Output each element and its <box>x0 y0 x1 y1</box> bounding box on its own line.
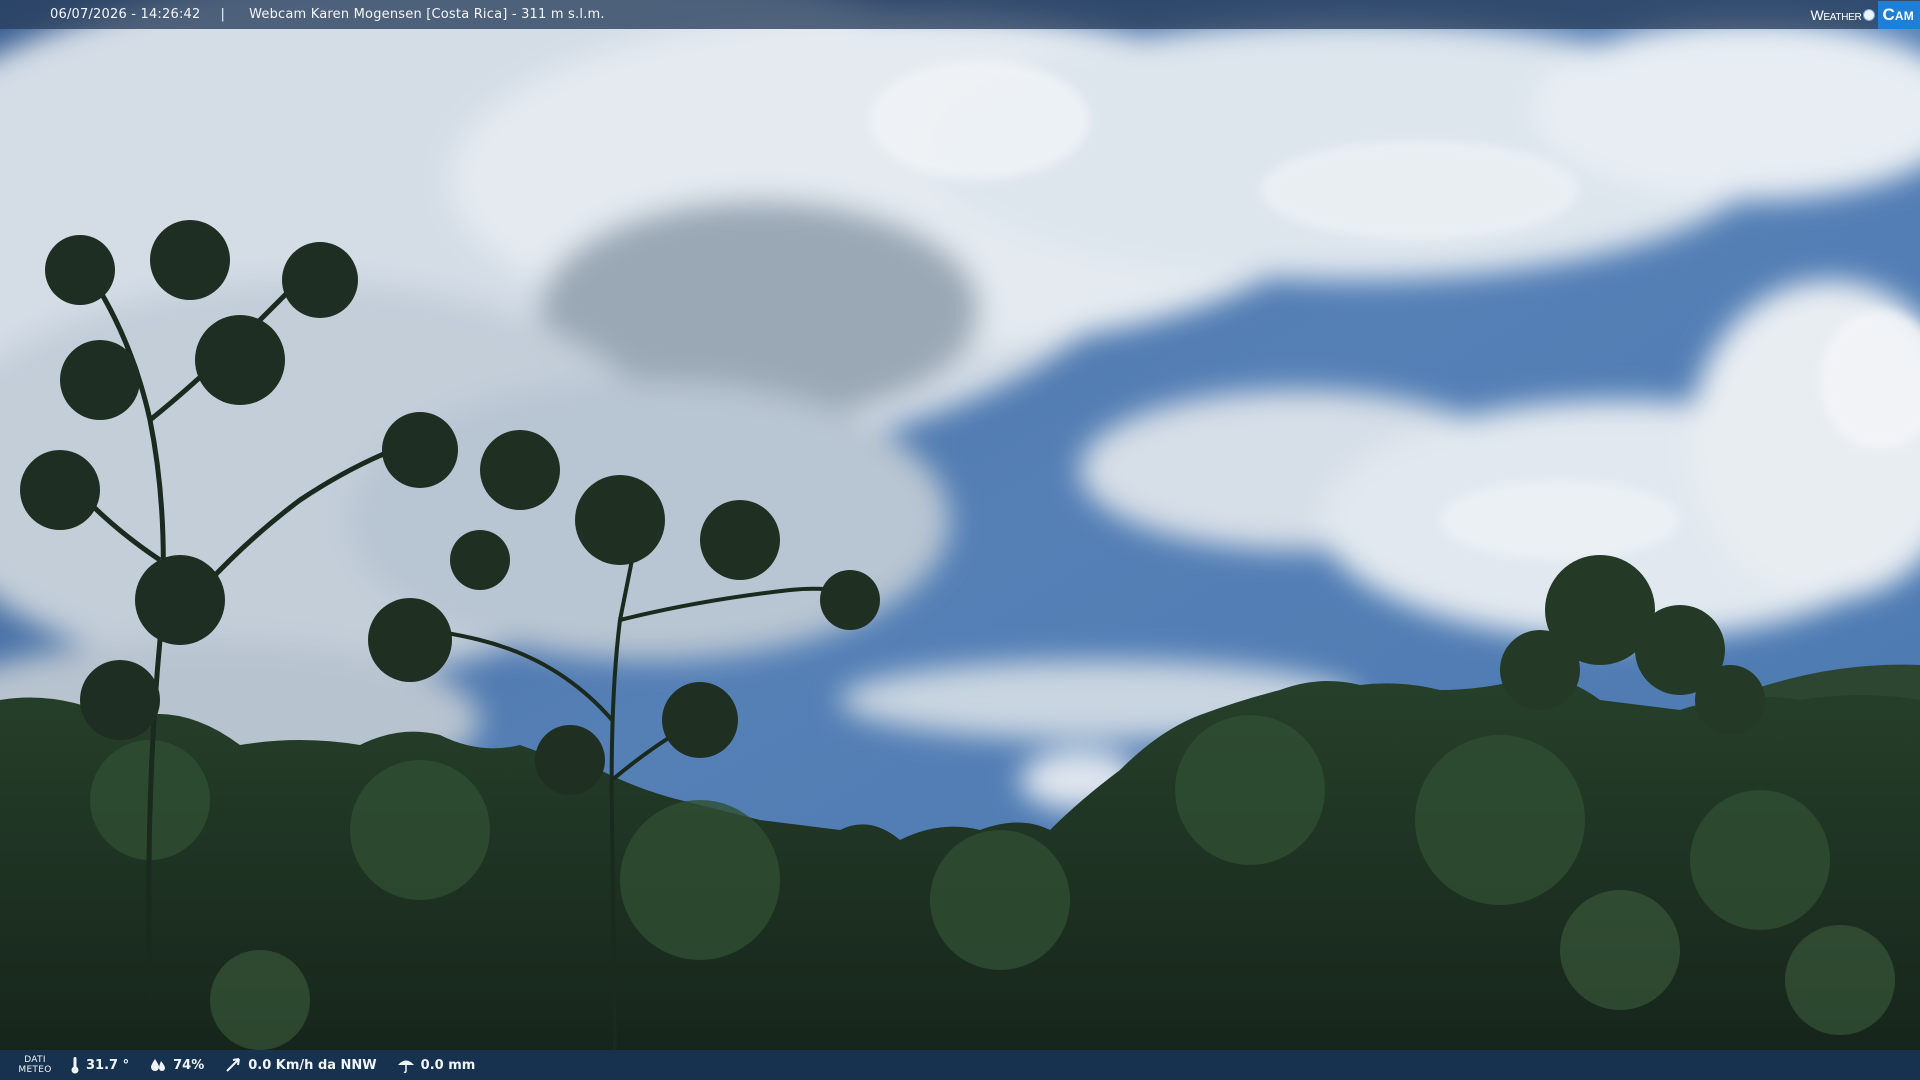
logo-weather-text: Weather <box>1810 6 1862 23</box>
meteo-label-line1: DATI <box>24 1055 46 1065</box>
rain-value: 0.0 mm <box>420 1057 476 1073</box>
temperature-value: 31.7 ° <box>86 1057 130 1073</box>
logo-cam-text: Cam <box>1878 0 1920 29</box>
meteo-label: DATI METEO <box>0 1055 70 1075</box>
logo-dot-icon <box>1863 8 1876 21</box>
humidity-value: 74% <box>173 1057 205 1073</box>
datetime-label: 06/07/2026 - 14:26:42 <box>50 7 201 22</box>
wind-arrow-icon <box>226 1058 241 1072</box>
webcam-image <box>0 0 1920 1080</box>
webcam-frame: 06/07/2026 - 14:26:42 | Webcam Karen Mog… <box>0 0 1920 1080</box>
rain-reading: 0.0 mm <box>397 1056 476 1074</box>
thermometer-icon <box>71 1057 79 1074</box>
umbrella-icon <box>397 1060 414 1074</box>
meteo-label-line2: METEO <box>18 1065 52 1075</box>
wind-value: 0.0 Km/h da NNW <box>248 1057 377 1073</box>
temperature-reading: 31.7 ° <box>70 1056 129 1074</box>
meteo-bar: DATI METEO 31.7 ° 74% 0.0 Km/h da NNW 0.… <box>0 1050 1920 1080</box>
weathercam-logo: Weather Cam <box>1811 0 1920 29</box>
humidity-reading: 74% <box>149 1057 204 1073</box>
webcam-title: Webcam Karen Mogensen [Costa Rica] - 311… <box>249 7 605 22</box>
humidity-icon <box>151 1059 166 1071</box>
separator: | <box>220 7 226 22</box>
wind-reading: 0.0 Km/h da NNW <box>224 1056 377 1074</box>
top-info-bar: 06/07/2026 - 14:26:42 | Webcam Karen Mog… <box>0 0 1920 29</box>
